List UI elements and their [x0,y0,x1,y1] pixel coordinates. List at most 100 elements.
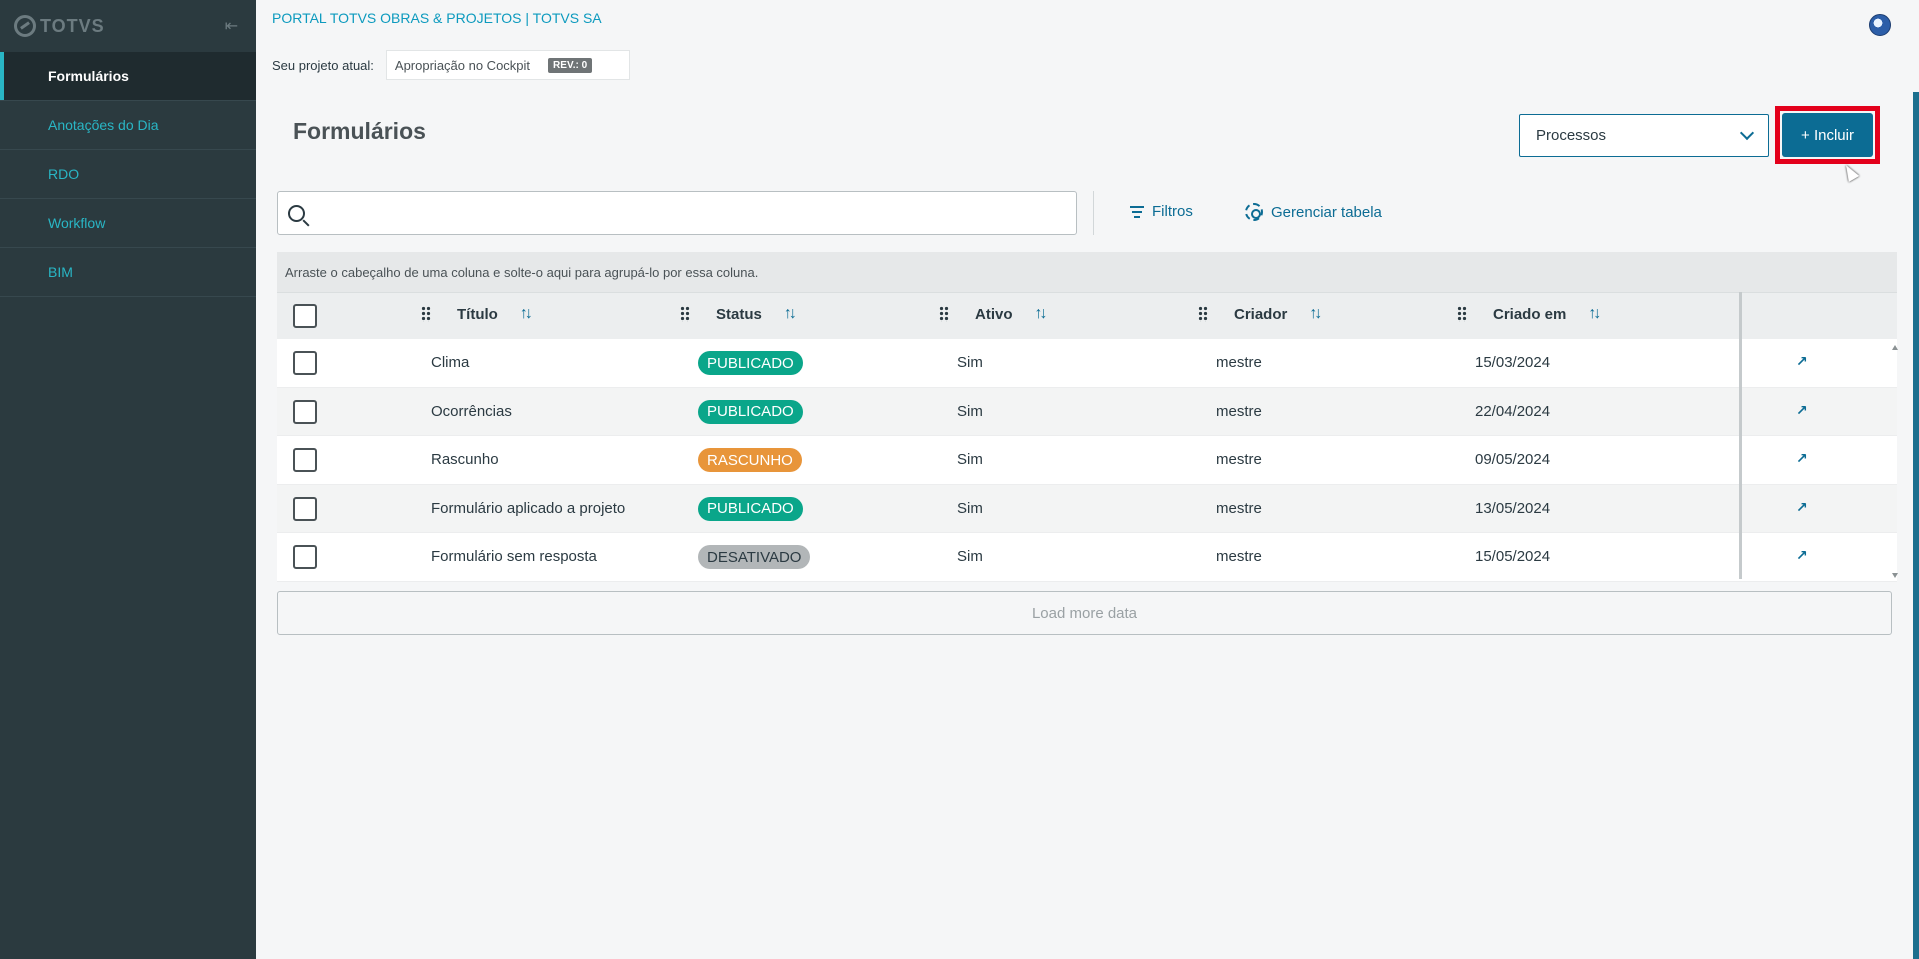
sort-icon[interactable]: ↑↓ [520,305,533,323]
drag-handle-icon[interactable] [1457,306,1467,322]
sort-icon[interactable]: ↑↓ [1035,305,1048,323]
open-link-icon[interactable]: ↗ [1796,450,1808,467]
sidebar-item-anotacoes[interactable]: Anotações do Dia [0,101,256,150]
load-more-button[interactable]: Load more data [277,591,1892,635]
table-row[interactable]: Formulário sem resposta DESATIVADO Sim m… [277,533,1897,582]
table-body: Clima PUBLICADO Sim mestre 15/03/2024 ↗ … [277,339,1897,582]
collapse-menu-icon[interactable]: ⇤ [225,16,238,36]
group-drop-zone[interactable]: Arraste o cabeçalho de uma coluna e solt… [277,252,1897,292]
column-title: Status [716,305,762,323]
cell-titulo: Rascunho [431,451,499,468]
column-title: Ativo [975,305,1013,323]
cell-criador: mestre [1216,354,1262,371]
cell-criador: mestre [1216,451,1262,468]
sidebar-item-rdo[interactable]: RDO [0,150,256,199]
column-header-titulo[interactable]: Título ↑↓ [421,305,533,323]
column-header-status[interactable]: Status ↑↓ [680,305,797,323]
cell-criado-em: 15/05/2024 [1475,548,1551,565]
page-scrollbar[interactable] [1913,92,1919,959]
drag-handle-icon[interactable] [939,306,949,322]
sort-icon[interactable]: ↑↓ [1309,305,1322,323]
status-badge: RASCUNHO [698,448,802,472]
column-header-criador[interactable]: Criador ↑↓ [1198,305,1322,323]
sort-icon[interactable]: ↑↓ [784,305,797,323]
cell-criado-em: 13/05/2024 [1475,499,1551,517]
column-title: Título [457,305,498,323]
current-project: Seu projeto atual: Apropriação no Cockpi… [272,50,630,80]
scroll-down-icon[interactable] [1892,573,1898,578]
cell-criado-em: 09/05/2024 [1475,451,1551,468]
filtros-label: Filtros [1152,203,1193,220]
table-row[interactable]: Ocorrências PUBLICADO Sim mestre 22/04/2… [277,387,1897,436]
search-icon [288,204,305,222]
column-title: Criador [1234,305,1288,323]
filtros-button[interactable]: Filtros [1130,203,1193,220]
table-row[interactable]: Clima PUBLICADO Sim mestre 15/03/2024 ↗ [277,339,1897,388]
select-all-checkbox[interactable] [293,304,317,328]
search-input[interactable] [277,191,1077,235]
gear-icon [1245,203,1263,221]
table-scrollbar[interactable] [1891,339,1899,580]
sidebar-item-label: RDO [48,166,80,182]
column-header-criado-em[interactable]: Criado em ↑↓ [1457,305,1601,323]
table-header: Título ↑↓ Status ↑↓ Ativo ↑↓ Criador ↑↓ … [277,292,1897,339]
open-link-icon[interactable]: ↗ [1796,353,1808,370]
row-checkbox[interactable] [293,351,317,375]
incluir-button[interactable]: + Incluir [1782,113,1873,157]
row-checkbox[interactable] [293,448,317,472]
cell-ativo: Sim [957,402,983,420]
open-link-icon[interactable]: ↗ [1796,402,1808,419]
open-link-icon[interactable]: ↗ [1796,547,1808,564]
gerenciar-tabela-button[interactable]: Gerenciar tabela [1245,203,1382,221]
project-name: Apropriação no Cockpit [394,57,531,73]
project-selector[interactable]: Apropriação no Cockpit REV.: 0 [385,50,630,80]
main-content: PORTAL TOTVS OBRAS & PROJETOS | TOTVS SA… [256,0,1919,959]
table-row[interactable]: Rascunho RASCUNHO Sim mestre 09/05/2024 … [277,436,1897,485]
portal-title: PORTAL TOTVS OBRAS & PROJETOS | TOTVS SA [272,10,602,26]
sidebar-item-label: Formulários [48,68,129,84]
processos-select-value: Processos [1536,127,1607,144]
open-link-icon[interactable]: ↗ [1796,499,1808,516]
gerenciar-label: Gerenciar tabela [1271,203,1382,221]
drag-handle-icon[interactable] [680,306,690,322]
sidebar-item-label: Workflow [48,215,106,231]
logo: TOTVS ⇤ [0,0,256,52]
logo-text: TOTVS [40,15,105,36]
cell-titulo: Clima [431,354,470,371]
cell-titulo: Formulário sem resposta [431,548,597,565]
totvs-logo-icon [14,15,36,37]
row-checkbox[interactable] [293,545,317,569]
sidebar-item-formularios[interactable]: Formulários [0,52,256,101]
totvs-logo: TOTVS [14,15,105,37]
cell-ativo: Sim [957,451,983,468]
row-checkbox[interactable] [293,496,317,521]
project-label: Seu projeto atual: [272,57,374,73]
cell-titulo: Ocorrências [431,402,512,420]
status-badge: PUBLICADO [698,351,803,375]
cell-criador: mestre [1216,548,1262,565]
scroll-up-icon[interactable] [1892,345,1898,350]
drag-handle-icon[interactable] [421,306,431,322]
data-grid: Arraste o cabeçalho de uma coluna e solt… [277,252,1899,582]
table-row[interactable]: Formulário aplicado a projeto PUBLICADO … [277,484,1897,533]
cell-ativo: Sim [957,548,983,565]
rev-badge: REV.: 0 [548,57,593,73]
sidebar-item-bim[interactable]: BIM [0,248,256,297]
sort-icon[interactable]: ↑↓ [1588,305,1601,323]
row-checkbox[interactable] [293,399,317,424]
cell-criador: mestre [1216,402,1262,420]
cell-criado-em: 15/03/2024 [1475,354,1551,371]
cell-criador: mestre [1216,499,1262,517]
drag-handle-icon[interactable] [1198,306,1208,322]
globe-icon[interactable] [1869,14,1891,36]
sidebar: TOTVS ⇤ Formulários Anotações do Dia RDO… [0,0,256,959]
status-badge: PUBLICADO [698,399,803,424]
sidebar-item-label: BIM [48,264,73,280]
cell-titulo: Formulário aplicado a projeto [431,499,626,517]
filter-icon [1130,205,1144,218]
sidebar-item-workflow[interactable]: Workflow [0,199,256,248]
column-header-ativo[interactable]: Ativo ↑↓ [939,305,1048,323]
cell-ativo: Sim [957,354,983,371]
topbar: PORTAL TOTVS OBRAS & PROJETOS | TOTVS SA [256,0,1919,48]
processos-select[interactable]: Processos [1519,114,1769,157]
